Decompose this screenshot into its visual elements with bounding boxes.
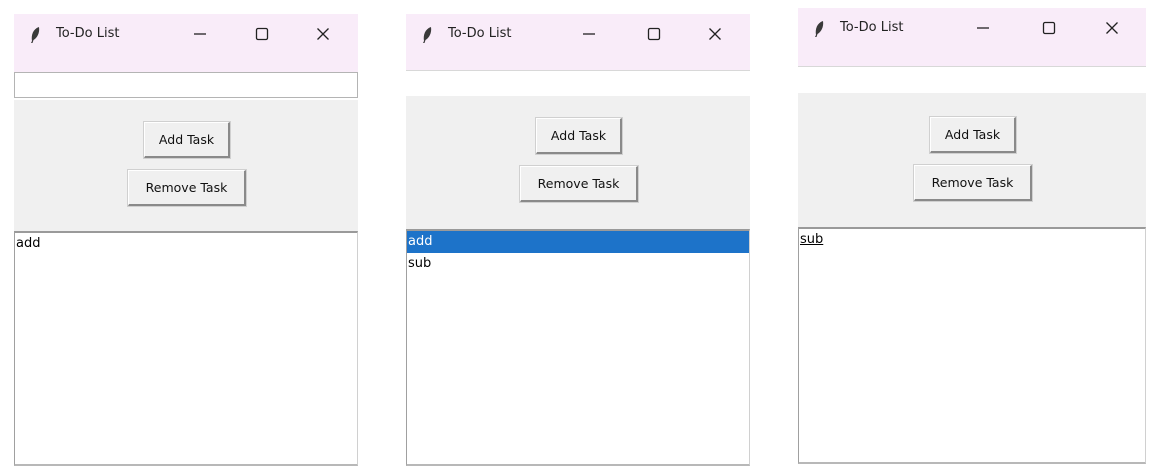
window-title: To-Do List: [56, 26, 120, 41]
task-listbox[interactable]: sub: [798, 227, 1146, 464]
remove-task-button[interactable]: Remove Task: [519, 165, 639, 203]
maximize-button[interactable]: [1036, 16, 1062, 40]
maximize-button[interactable]: [249, 22, 275, 46]
maximize-icon: [1042, 21, 1056, 35]
maximize-icon: [647, 27, 661, 41]
task-listbox[interactable]: add: [14, 231, 358, 466]
title-bar[interactable]: To-Do List: [798, 8, 1146, 67]
close-icon: [709, 28, 721, 40]
button-panel: Add Task Remove Task: [406, 96, 750, 229]
minimize-icon: [583, 33, 595, 35]
list-item-label: sub: [800, 232, 824, 247]
list-item-label: add: [16, 236, 41, 251]
minimize-icon: [194, 33, 206, 35]
close-button[interactable]: [310, 22, 336, 46]
list-item-label: sub: [408, 256, 432, 271]
close-icon: [1106, 22, 1118, 34]
add-task-button[interactable]: Add Task: [535, 117, 623, 155]
close-button[interactable]: [1099, 16, 1125, 40]
feather-icon: [815, 21, 824, 37]
button-panel: Add Task Remove Task: [798, 93, 1146, 227]
todo-window-3: To-Do List Add Task Remove Task sub: [798, 8, 1146, 466]
minimize-icon: [977, 27, 989, 29]
list-item-label: add: [408, 234, 433, 249]
window-title: To-Do List: [840, 20, 904, 35]
minimize-button[interactable]: [970, 16, 996, 40]
title-bar[interactable]: To-Do List: [406, 14, 750, 71]
todo-window-2: To-Do List Add Task Remove Task add sub: [406, 14, 750, 466]
maximize-button[interactable]: [641, 22, 667, 46]
minimize-button[interactable]: [187, 22, 213, 46]
remove-task-button[interactable]: Remove Task: [913, 164, 1033, 202]
task-entry-field[interactable]: [14, 72, 358, 98]
list-item[interactable]: sub: [407, 253, 749, 275]
list-item[interactable]: add: [15, 233, 357, 255]
remove-task-button[interactable]: Remove Task: [127, 169, 247, 207]
window-title: To-Do List: [448, 26, 512, 41]
close-button[interactable]: [702, 22, 728, 46]
todo-window-1: To-Do List Add Task Remove Task add: [14, 14, 358, 466]
maximize-icon: [255, 27, 269, 41]
title-bar[interactable]: To-Do List: [14, 14, 358, 73]
list-item-active[interactable]: sub: [799, 229, 1145, 251]
add-task-button[interactable]: Add Task: [929, 116, 1017, 154]
button-panel: Add Task Remove Task: [14, 100, 358, 231]
task-listbox[interactable]: add sub: [406, 229, 750, 466]
feather-icon: [31, 27, 40, 43]
feather-icon: [423, 27, 432, 43]
add-task-button[interactable]: Add Task: [143, 121, 231, 159]
close-icon: [317, 28, 329, 40]
minimize-button[interactable]: [576, 22, 602, 46]
list-item-selected[interactable]: add: [407, 231, 749, 253]
